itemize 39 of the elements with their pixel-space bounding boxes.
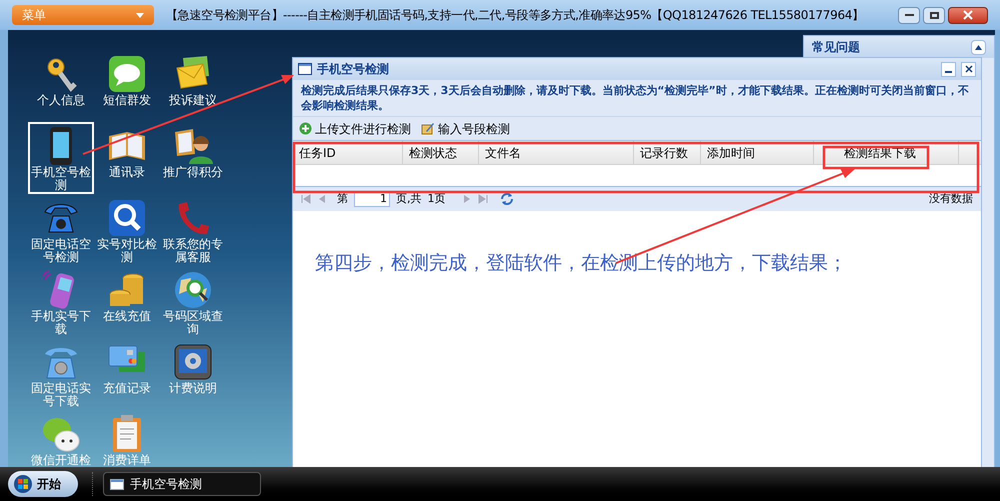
column-header[interactable]: 添加时间: [701, 141, 814, 164]
close-button[interactable]: [948, 6, 988, 24]
maximize-button[interactable]: [923, 6, 945, 24]
collapse-button[interactable]: [971, 40, 986, 54]
close-button[interactable]: [961, 62, 976, 76]
pager-status: 没有数据: [929, 190, 973, 207]
window-icon: [110, 478, 124, 490]
close-icon: [963, 10, 973, 20]
globe-magnifier-icon: [173, 270, 213, 310]
search-icon: [107, 198, 147, 238]
notice-text: 检测完成后结果只保存3天，3天后会自动删除，请及时下载。当前状态为“检测完毕”时，才能下载结果。正在检测时可关闭当前窗口，不会影响检测结果。: [301, 83, 970, 113]
pencil-icon: [421, 122, 435, 135]
window-icon: [298, 63, 312, 75]
triangle-up-icon: [975, 44, 982, 50]
windows-logo-icon: [14, 475, 32, 493]
refresh-icon[interactable]: [500, 192, 514, 206]
pager-label: 页,共: [396, 190, 422, 207]
column-header[interactable]: 文件名: [479, 141, 634, 164]
close-icon: [964, 65, 972, 73]
panel-title: 常见问题: [812, 39, 860, 56]
gear-monitor-icon: [173, 342, 213, 382]
taskbar-item[interactable]: 手机空号检测: [103, 472, 261, 496]
column-header[interactable]: 任务ID: [293, 141, 403, 164]
minimize-button[interactable]: [898, 6, 920, 24]
toolbar-button[interactable]: 上传文件进行检测: [299, 120, 411, 138]
window-title: 【急速空号检测平台】------自主检测手机固话号码,支持一代,二代,号段等多方式,准确率达95%【QQ181247626 TEL15580177964】: [166, 7, 864, 24]
minimize-button[interactable]: [941, 62, 956, 76]
caret-icon: [136, 12, 144, 18]
toolbar-button[interactable]: 输入号段检测: [421, 120, 510, 138]
start-button[interactable]: 开始: [8, 471, 78, 497]
plus-icon: [299, 122, 312, 135]
column-header[interactable]: 检测状态: [403, 141, 479, 164]
sms-icon: [107, 54, 147, 94]
desktop-icon[interactable]: 手机空号检测: [28, 122, 94, 194]
pager-label: 第: [337, 190, 348, 207]
column-header[interactable]: 记录行数: [634, 141, 701, 164]
pager-total: 1页: [428, 190, 446, 207]
person-book-icon: [173, 126, 213, 166]
dialog-title: 手机空号检测: [317, 61, 389, 78]
